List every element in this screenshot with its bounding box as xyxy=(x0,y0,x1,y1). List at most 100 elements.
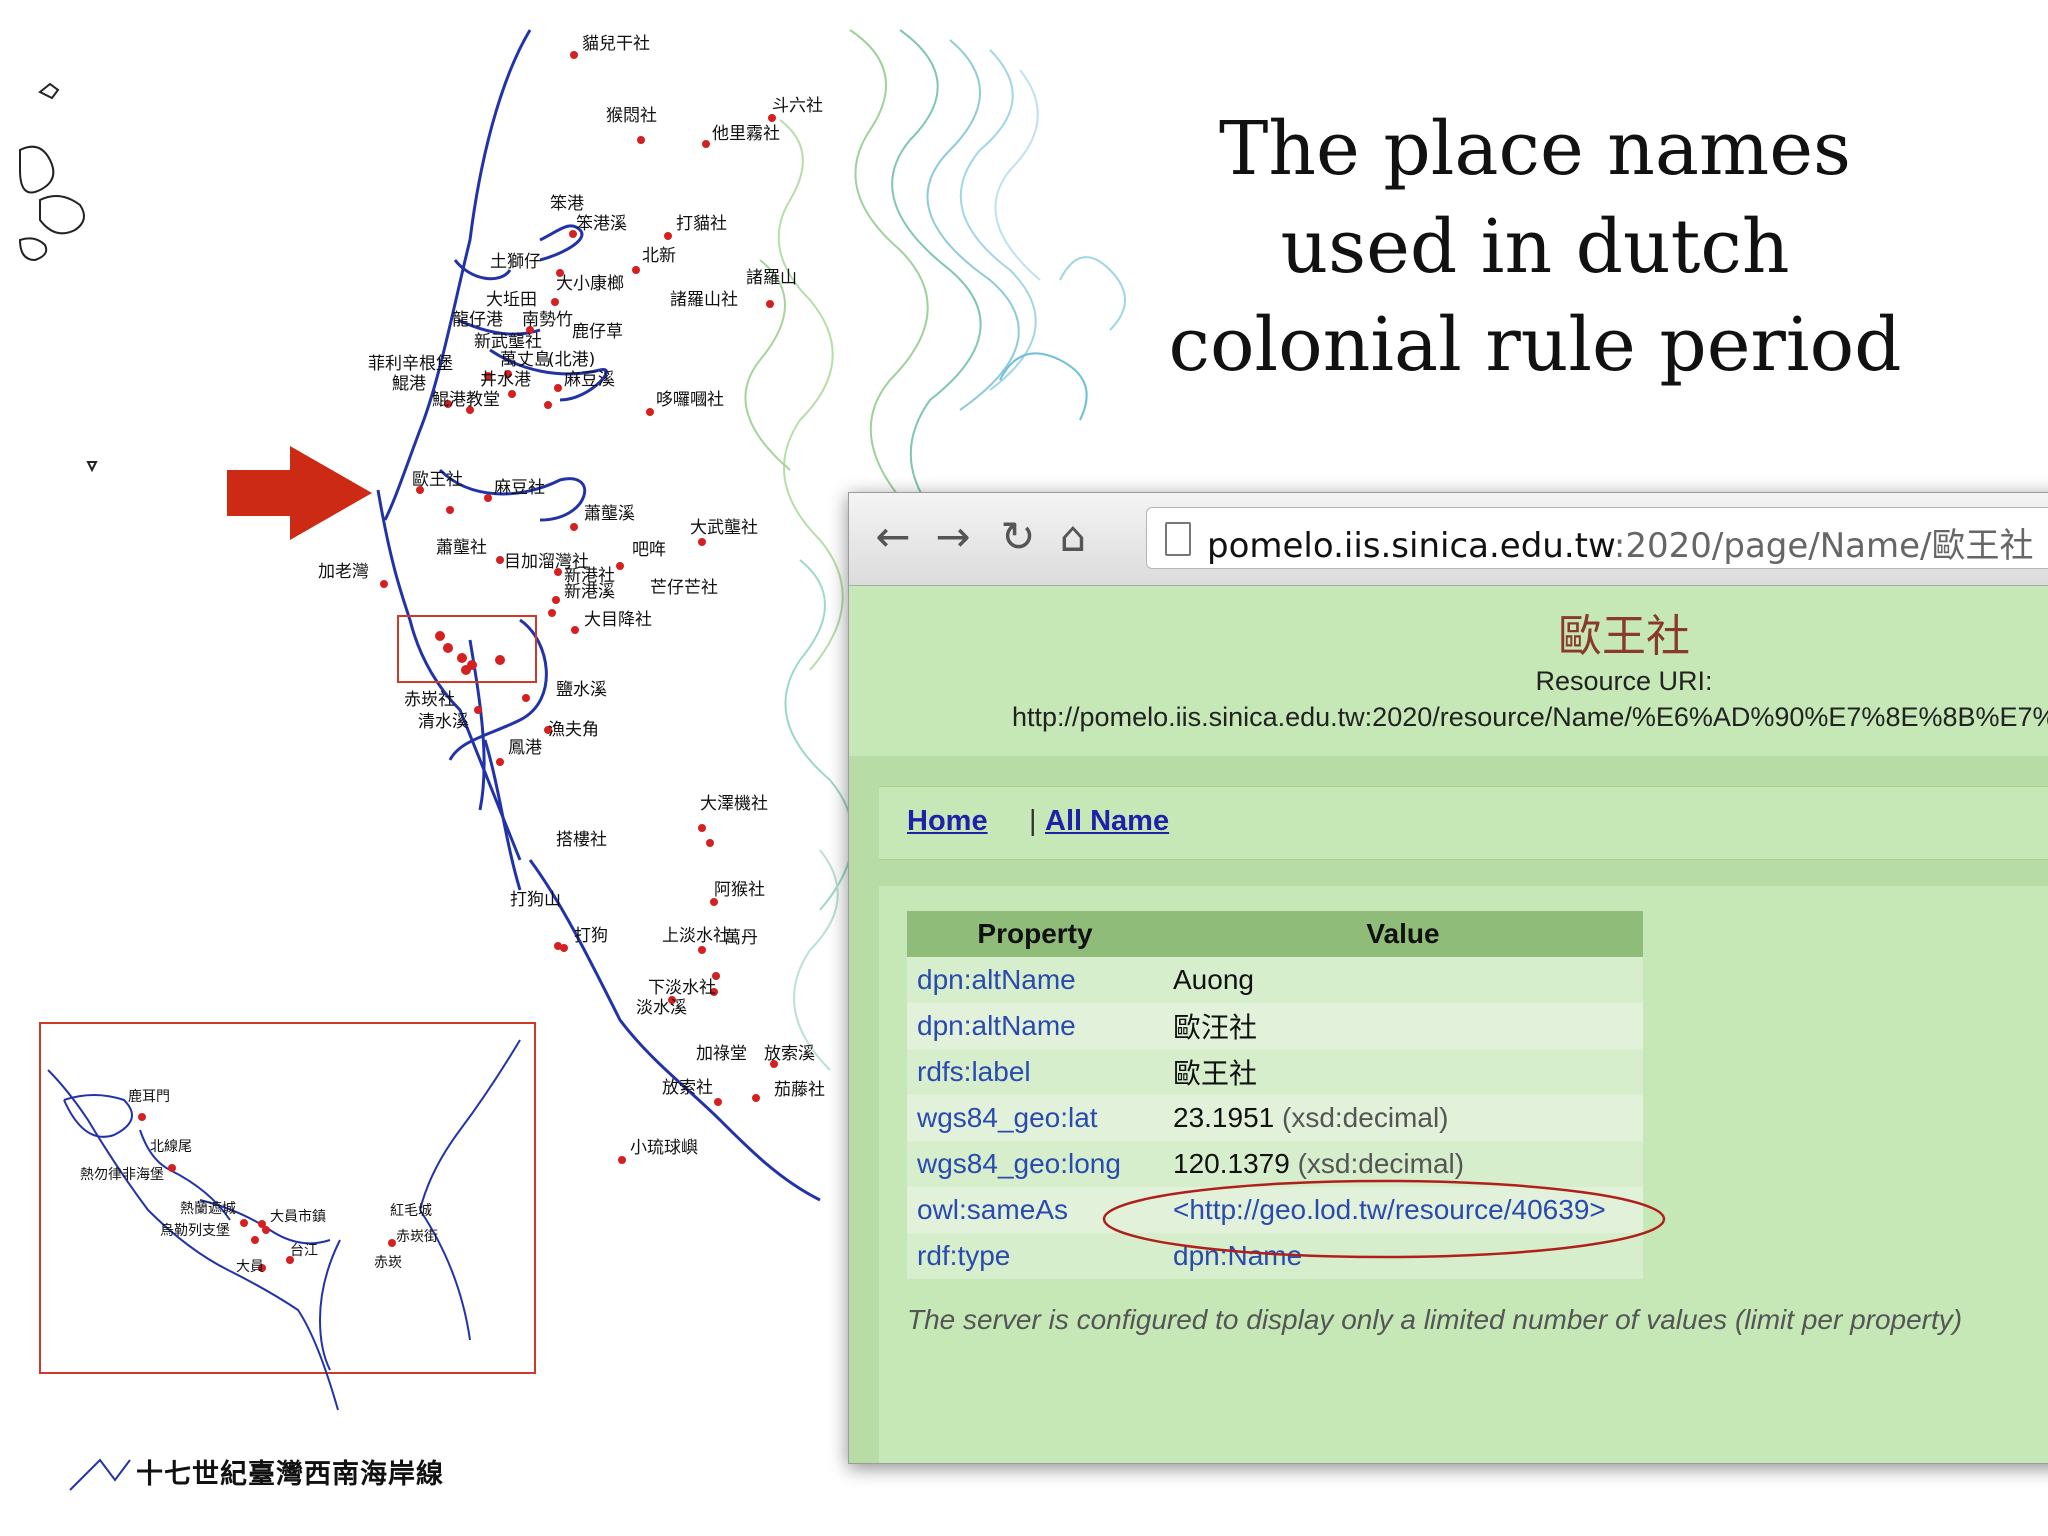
inset-place-label: 鹿耳門 xyxy=(128,1089,170,1105)
place-label: 加老灣 xyxy=(318,562,369,582)
annotation-ellipse xyxy=(1102,1179,1666,1259)
place-label: 大目降社 xyxy=(584,610,652,630)
inset-place-label: 赤崁 xyxy=(374,1255,402,1271)
place-label: 小琉球嶼 xyxy=(630,1138,698,1158)
value-text: 歐王社 xyxy=(1173,1058,1258,1089)
property-name[interactable]: rdfs:label xyxy=(907,1049,1163,1095)
place-label: 北新 xyxy=(642,246,676,266)
place-label: 土獅仔 xyxy=(490,252,541,272)
inset-place-label: 熱蘭遮城 xyxy=(180,1201,236,1217)
all-name-link[interactable]: All Name xyxy=(1045,805,1169,838)
home-icon[interactable]: ⌂ xyxy=(1049,513,1097,561)
place-label: 笨港溪 xyxy=(576,214,627,234)
place-label: 下淡水社 xyxy=(648,978,716,998)
slide-title: The place names used in dutch colonial r… xyxy=(1168,106,1902,388)
place-label: 漁夫角 xyxy=(548,720,599,740)
penghu-islands xyxy=(18,82,98,473)
inset-place-label: 台江 xyxy=(290,1243,318,1259)
place-label: 大澤機社 xyxy=(700,794,768,814)
address-bar[interactable]: pomelo.iis.sinica.edu.tw:2020/page/Name/… xyxy=(1146,507,2048,569)
inset-place-label: 熱勿律非海堡 xyxy=(80,1167,164,1183)
place-label: 龍仔港 xyxy=(452,310,503,330)
property-name[interactable]: wgs84_geo:lat xyxy=(907,1095,1163,1141)
table-row: dpn:altName Auong xyxy=(907,957,1643,1003)
place-label: 歐王社 xyxy=(412,470,463,490)
home-link[interactable]: Home xyxy=(907,805,988,838)
property-name[interactable]: dpn:altName xyxy=(907,1003,1163,1049)
inset-place-label: 紅毛城 xyxy=(390,1203,432,1219)
place-label: 笨港 xyxy=(550,194,584,214)
place-label: 井水港 xyxy=(480,370,531,390)
reload-icon[interactable]: ↻ xyxy=(994,513,1042,561)
place-label: 蕭壟溪 xyxy=(584,504,635,524)
inset-place-label: 烏勒列支堡 xyxy=(160,1223,230,1239)
browser-toolbar: ← → ↻ ⌂ pomelo.iis.sinica.edu.tw:2020/pa… xyxy=(849,493,2048,586)
forward-arrow-icon[interactable]: → xyxy=(929,513,977,561)
place-label: 鹽水溪 xyxy=(556,680,607,700)
place-label: 淡水溪 xyxy=(636,998,687,1018)
breadcrumb: Home | All Name xyxy=(879,786,2048,860)
place-label: 貓兒干社 xyxy=(582,34,650,54)
datatype-label: (xsd:decimal) xyxy=(1282,1102,1449,1133)
page-icon xyxy=(1165,522,1191,556)
place-label: 麻豆社 xyxy=(494,478,545,498)
page-title: 歐王社 xyxy=(1558,611,1690,662)
place-label: 萬丈島 xyxy=(500,350,551,370)
place-label: 大武壟社 xyxy=(690,518,758,538)
place-label: 大坵田 xyxy=(486,290,537,310)
server-limit-note: The server is configured to display only… xyxy=(907,1304,1963,1335)
page-content: 歐王社 Resource URI: http://pomelo.iis.sini… xyxy=(849,586,2048,1463)
place-label: 大小康榔 xyxy=(556,274,624,294)
place-label: 猴悶社 xyxy=(606,106,657,126)
property-value: Auong xyxy=(1163,957,1643,1003)
value-text: 120.1379 xyxy=(1173,1148,1290,1179)
table-header-row: Property Value xyxy=(907,911,1643,957)
table-row: wgs84_geo:lat 23.1951 (xsd:decimal) xyxy=(907,1095,1643,1141)
place-label: 吧哖 xyxy=(632,540,666,560)
place-label: 鯤港教堂 xyxy=(432,390,500,410)
resource-header: 歐王社 Resource URI: http://pomelo.iis.sini… xyxy=(849,586,2048,756)
value-text: Auong xyxy=(1173,964,1254,995)
property-name[interactable]: dpn:altName xyxy=(907,957,1163,1003)
inset-place-label: 赤崁街 xyxy=(396,1229,438,1245)
property-value: 歐王社 xyxy=(1163,1049,1643,1095)
place-label: 麻豆溪 xyxy=(564,370,615,390)
inset-place-label: 大員市鎮 xyxy=(270,1209,326,1225)
place-label: 打狗 xyxy=(574,926,608,946)
value-text: 歐汪社 xyxy=(1173,1012,1258,1043)
property-value: 歐汪社 xyxy=(1163,1003,1643,1049)
inset-place-label: 北線尾 xyxy=(150,1139,192,1155)
place-label: 菲利辛根堡 xyxy=(368,354,453,374)
place-label: (北港) xyxy=(548,350,596,370)
place-label: 打狗山 xyxy=(510,890,561,910)
place-label: 上淡水社 xyxy=(662,926,730,946)
breadcrumb-separator: | xyxy=(1029,805,1037,837)
back-arrow-icon[interactable]: ← xyxy=(869,513,917,561)
place-label: 放索溪 xyxy=(764,1044,815,1064)
place-label: 新武壟社 xyxy=(474,332,542,352)
place-label: 鳳港 xyxy=(508,738,542,758)
place-label: 放索社 xyxy=(662,1078,713,1098)
place-label: 諸羅山 xyxy=(746,268,797,288)
place-label: 他里霧社 xyxy=(712,124,780,144)
table-row: dpn:altName 歐汪社 xyxy=(907,1003,1643,1049)
column-header-value: Value xyxy=(1163,911,1643,957)
map-legend-label: 十七世紀臺灣西南海岸線 xyxy=(136,1459,444,1490)
property-value: 23.1951 (xsd:decimal) xyxy=(1163,1095,1643,1141)
resource-uri-value: http://pomelo.iis.sinica.edu.tw:2020/res… xyxy=(1012,702,2048,732)
column-header-property: Property xyxy=(907,911,1163,957)
place-label: 新港溪 xyxy=(564,582,615,602)
pointer-arrow xyxy=(227,446,372,540)
place-label: 諸羅山社 xyxy=(670,290,738,310)
legend-line-icon xyxy=(69,1458,131,1491)
datatype-label: (xsd:decimal) xyxy=(1297,1148,1465,1179)
place-label: 搭樓社 xyxy=(556,830,607,850)
place-label: 赤崁社 xyxy=(404,690,455,710)
place-label: 南勢竹 xyxy=(522,310,573,330)
place-label: 加祿堂 xyxy=(696,1044,747,1064)
resource-uri-label: Resource URI: xyxy=(1535,666,1713,696)
place-label: 鹿仔草 xyxy=(572,322,623,342)
place-label: 阿猴社 xyxy=(714,880,765,900)
url-path: :2020/page/Name/歐王社 xyxy=(1613,526,2034,566)
url-host: pomelo.iis.sinica.edu.tw xyxy=(1207,526,1614,566)
